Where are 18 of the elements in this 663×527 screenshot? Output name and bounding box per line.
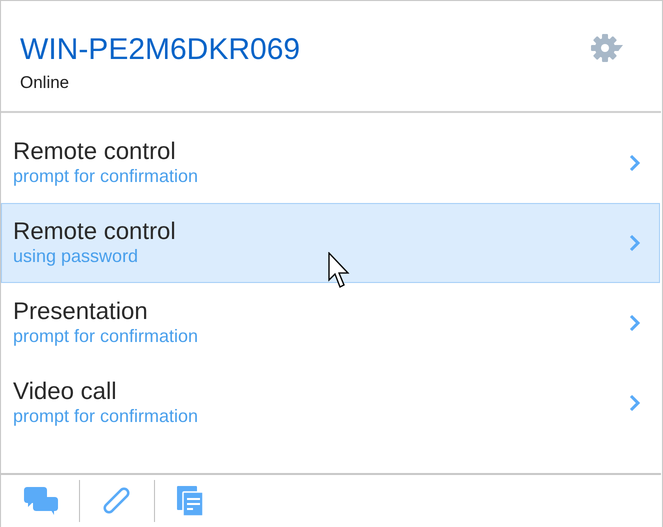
chat-icon	[23, 485, 59, 517]
chevron-right-icon	[629, 314, 641, 332]
action-item[interactable]: Remote control using password	[1, 203, 660, 283]
action-label: Presentation	[13, 299, 149, 325]
chevron-right-icon	[629, 394, 641, 412]
action-detail: prompt for confirmation	[13, 165, 198, 187]
action-detail: prompt for confirmation	[13, 405, 198, 427]
action-detail: using password	[13, 245, 140, 267]
status-text: Online	[20, 73, 70, 93]
action-detail: prompt for confirmation	[13, 325, 198, 347]
action-label: Remote control	[13, 219, 176, 245]
action-label: Remote control	[13, 139, 177, 165]
chevron-right-icon	[629, 234, 641, 252]
action-label: Video call	[13, 379, 118, 405]
settings-button[interactable]	[591, 33, 623, 63]
computer-name: WIN-PE2M6DKR069	[20, 32, 300, 68]
documents-icon	[175, 484, 205, 518]
chevron-right-icon	[629, 154, 641, 172]
